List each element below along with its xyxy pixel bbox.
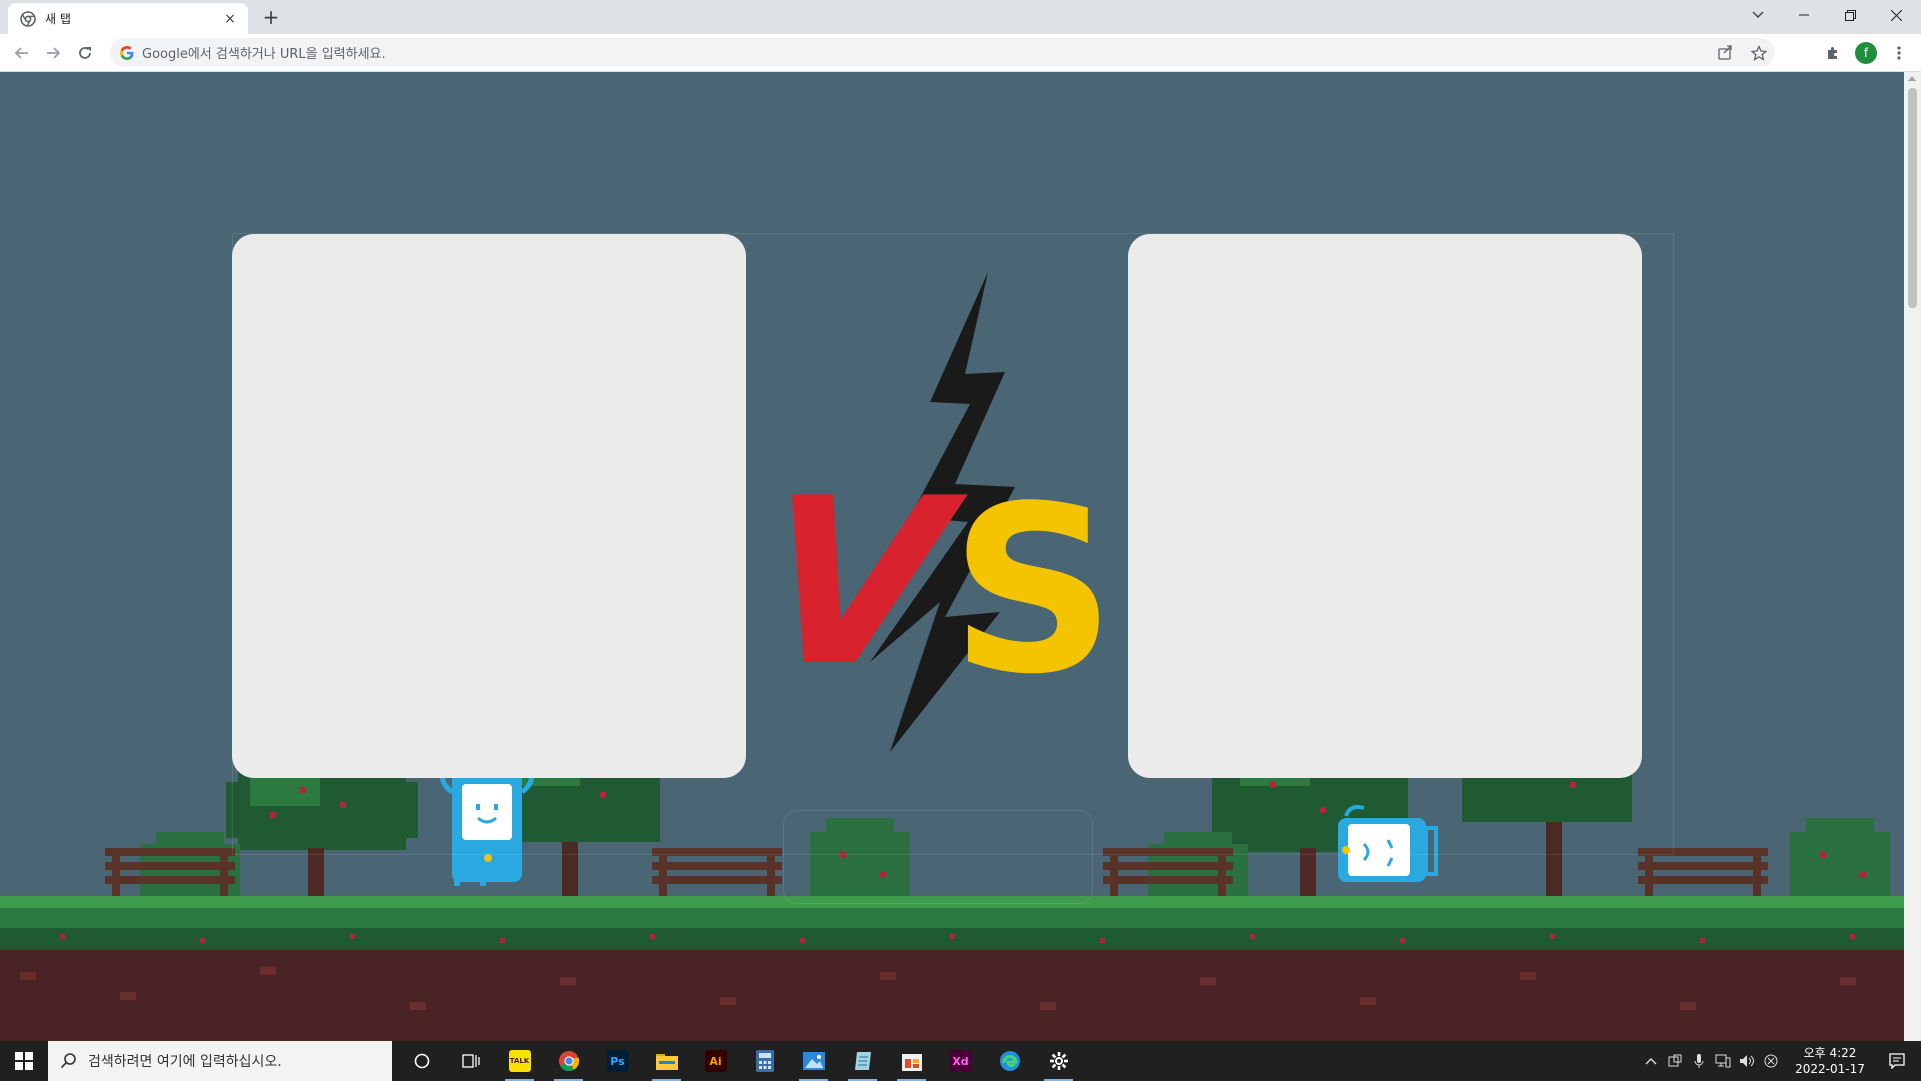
google-g-icon (120, 45, 134, 60)
forward-button[interactable] (40, 40, 66, 66)
profile-avatar[interactable]: f (1855, 42, 1877, 64)
back-button[interactable] (9, 40, 35, 66)
illustrator-icon: Ai (704, 1050, 727, 1072)
windows-taskbar: 검색하려면 여기에 입력하십시오. TALK Ps Ai Xd 오후 4:22 … (0, 1041, 1921, 1081)
taskbar-app-kakaotalk[interactable]: TALK (495, 1041, 544, 1081)
notification-icon (1889, 1053, 1905, 1069)
taskbar-app-photos[interactable] (789, 1041, 838, 1081)
edge-icon (999, 1051, 1020, 1071)
chrome-icon (20, 10, 36, 27)
left-choice-card[interactable] (232, 234, 746, 778)
ime-icon[interactable] (1759, 1041, 1783, 1081)
start-button[interactable] (0, 1041, 48, 1081)
restore-icon[interactable] (1827, 0, 1873, 30)
taskbar-app-adobe-xd[interactable]: Xd (936, 1041, 985, 1081)
taskbar-app-edge[interactable] (985, 1041, 1034, 1081)
taskbar-app-notepad[interactable] (838, 1041, 887, 1081)
chrome-app-icon (558, 1051, 579, 1072)
tab-close-icon[interactable]: × (222, 11, 238, 27)
taskbar-app-photoshop[interactable]: Ps (593, 1041, 642, 1081)
share-icon[interactable] (1709, 45, 1742, 60)
microphone-icon[interactable] (1687, 1041, 1711, 1081)
close-window-icon[interactable] (1873, 0, 1919, 30)
calculator-icon (755, 1050, 774, 1072)
vs-emblem: V S (790, 272, 1100, 752)
cortana-button[interactable] (397, 1041, 446, 1081)
extensions-icon[interactable] (1820, 40, 1846, 66)
tray-app-icon[interactable] (1663, 1041, 1687, 1081)
window-controls (1735, 0, 1919, 30)
taskbar-apps: TALK Ps Ai Xd (397, 1041, 1083, 1081)
tab-strip: 새 탭 × + (0, 0, 1921, 34)
taskbar-clock[interactable]: 오후 4:22 2022-01-17 (1787, 1045, 1873, 1077)
back-arrow-icon (14, 47, 28, 59)
notepad-icon (854, 1052, 871, 1070)
omnibox-actions (1709, 38, 1775, 67)
bookmark-star-icon[interactable] (1742, 44, 1775, 61)
clock-time: 오후 4:22 (1803, 1046, 1857, 1060)
taskbar-app-file-explorer[interactable] (642, 1041, 691, 1081)
cortana-circle-icon (414, 1053, 429, 1069)
taskbar-app-store[interactable] (887, 1041, 936, 1081)
forward-arrow-icon (47, 47, 61, 59)
reload-icon (79, 47, 91, 59)
gear-icon (1049, 1052, 1068, 1070)
folder-icon (655, 1054, 678, 1070)
taskbar-search-placeholder: 검색하려면 여기에 입력하십시오. (88, 1054, 282, 1070)
reload-button[interactable] (72, 40, 98, 66)
omnibox-placeholder: Google에서 검색하거나 URL을 입력하세요. (142, 47, 386, 62)
notification-center-button[interactable] (1873, 1041, 1921, 1081)
new-tab-button[interactable]: + (259, 5, 283, 29)
kakaotalk-icon: TALK (508, 1050, 531, 1072)
volume-icon[interactable] (1735, 1041, 1759, 1081)
windows-logo-icon (15, 1052, 33, 1070)
search-icon (60, 1053, 76, 1069)
address-bar[interactable]: Google에서 검색하거나 URL을 입력하세요. (110, 38, 1775, 67)
scroll-up-icon[interactable] (1908, 76, 1916, 81)
store-icon (901, 1054, 922, 1071)
vs-letter-s: S (950, 458, 1100, 725)
scrollbar-thumb[interactable] (1908, 88, 1917, 308)
adobe-xd-icon: Xd (949, 1050, 972, 1072)
tray-overflow-chevron-icon[interactable] (1639, 1041, 1663, 1081)
task-view-icon (461, 1054, 480, 1068)
taskbar-app-calculator[interactable] (740, 1041, 789, 1081)
tab-search-icon[interactable] (1735, 0, 1781, 30)
minimize-icon[interactable] (1781, 0, 1827, 30)
system-tray: 오후 4:22 2022-01-17 (1639, 1041, 1921, 1081)
taskbar-app-settings[interactable] (1034, 1041, 1083, 1081)
photos-icon (802, 1052, 825, 1070)
center-placeholder-box (783, 810, 1093, 904)
browser-toolbar: Google에서 검색하거나 URL을 입력하세요. f (0, 34, 1921, 72)
tab-title: 새 탭 (45, 12, 71, 26)
right-choice-card[interactable] (1128, 234, 1642, 778)
menu-kebab-icon[interactable] (1886, 40, 1912, 66)
network-icon[interactable] (1711, 1041, 1735, 1081)
page-scrollbar[interactable] (1904, 72, 1921, 1041)
task-view-button[interactable] (446, 1041, 495, 1081)
clock-date: 2022-01-17 (1795, 1062, 1865, 1076)
browser-tab[interactable]: 새 탭 × (8, 3, 248, 34)
taskbar-search-box[interactable]: 검색하려면 여기에 입력하십시오. (48, 1041, 392, 1081)
photoshop-icon: Ps (606, 1050, 629, 1072)
taskbar-app-chrome[interactable] (544, 1041, 593, 1081)
page-content: V S (0, 72, 1904, 1041)
taskbar-app-illustrator[interactable]: Ai (691, 1041, 740, 1081)
